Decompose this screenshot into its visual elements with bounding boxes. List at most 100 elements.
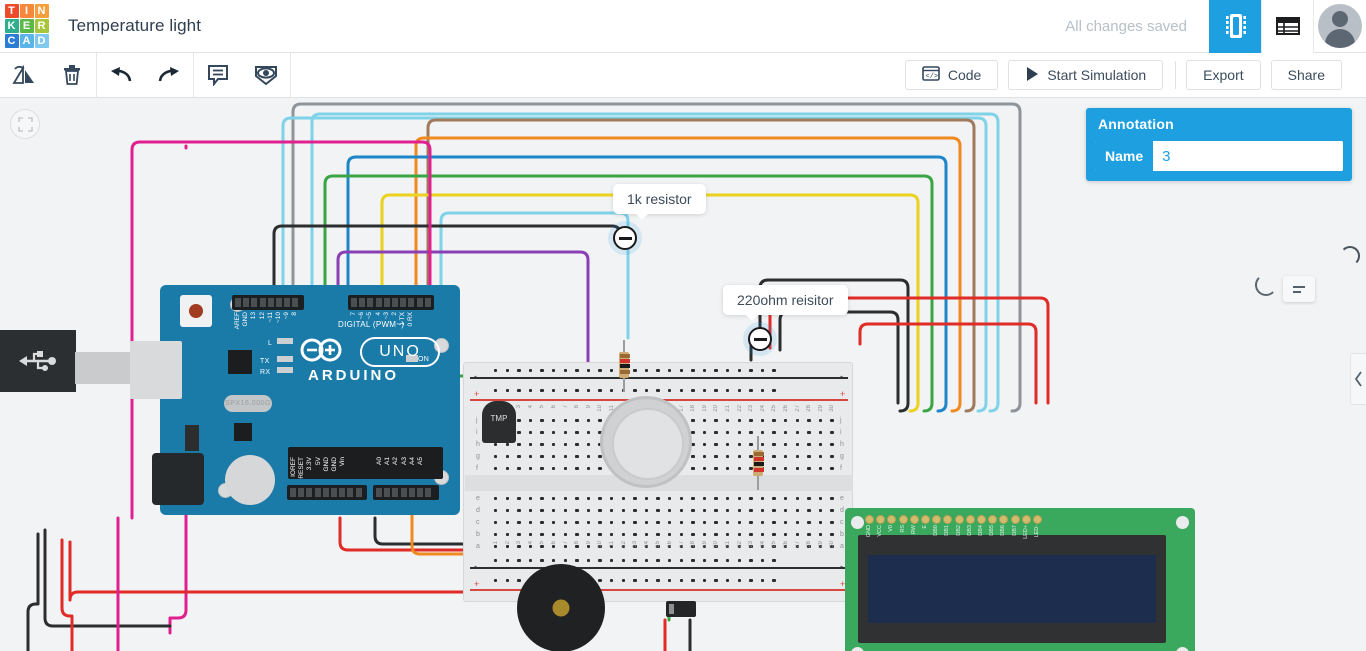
breadboard-hole[interactable] — [513, 365, 525, 377]
breadboard-hole[interactable] — [687, 517, 699, 529]
breadboard-hole[interactable] — [768, 385, 780, 397]
breadboard-hole[interactable] — [722, 493, 734, 505]
breadboard-hole[interactable] — [722, 463, 734, 475]
breadboard-hole[interactable] — [826, 451, 838, 463]
breadboard-hole[interactable] — [710, 365, 722, 377]
breadboard-hole[interactable] — [803, 493, 815, 505]
breadboard-hole[interactable] — [606, 517, 618, 529]
breadboard-hole[interactable] — [629, 529, 641, 541]
breadboard-hole[interactable] — [791, 493, 803, 505]
breadboard-hole[interactable] — [513, 463, 525, 475]
header-pin[interactable] — [408, 488, 415, 497]
analog-header[interactable] — [373, 485, 439, 500]
breadboard-hole[interactable] — [710, 575, 722, 587]
lcd-pin[interactable] — [865, 515, 874, 524]
digital-header-right[interactable] — [348, 295, 434, 310]
breadboard-hole[interactable] — [791, 415, 803, 427]
breadboard-hole-row[interactable] — [490, 529, 838, 541]
reset-button-housing[interactable] — [180, 295, 212, 327]
export-button[interactable]: Export — [1186, 60, 1261, 90]
breadboard-hole[interactable] — [629, 555, 641, 567]
breadboard-hole[interactable] — [803, 529, 815, 541]
breadboard-hole[interactable] — [548, 439, 560, 451]
breadboard-hole[interactable] — [629, 505, 641, 517]
breadboard-hole[interactable] — [803, 427, 815, 439]
header-pin[interactable] — [306, 488, 313, 497]
document-title[interactable]: Temperature light — [68, 16, 201, 36]
start-simulation-button[interactable]: Start Simulation — [1008, 60, 1164, 90]
breadboard-hole[interactable] — [768, 529, 780, 541]
breadboard-hole[interactable] — [664, 493, 676, 505]
breadboard-hole[interactable] — [594, 493, 606, 505]
breadboard-hole[interactable] — [745, 415, 757, 427]
breadboard-hole[interactable] — [606, 365, 618, 377]
breadboard-hole[interactable] — [710, 427, 722, 439]
breadboard-hole[interactable] — [757, 517, 769, 529]
breadboard-hole[interactable] — [676, 555, 688, 567]
breadboard-hole[interactable] — [757, 529, 769, 541]
breadboard-hole[interactable] — [757, 575, 769, 587]
breadboard-hole[interactable] — [513, 385, 525, 397]
breadboard-hole[interactable] — [699, 555, 711, 567]
breadboard-hole[interactable] — [502, 493, 514, 505]
tmp36-temperature-sensor[interactable]: TMP — [482, 401, 516, 443]
breadboard-hole[interactable] — [525, 439, 537, 451]
breadboard-hole[interactable] — [536, 415, 548, 427]
breadboard-hole[interactable] — [710, 463, 722, 475]
breadboard-hole[interactable] — [629, 575, 641, 587]
breadboard-hole[interactable] — [560, 463, 572, 475]
breadboard-hole[interactable] — [571, 451, 583, 463]
breadboard-hole[interactable] — [745, 427, 757, 439]
breadboard-hole[interactable] — [583, 415, 595, 427]
arduino-uno-board[interactable]: DIGITAL (PWM~) POWER ANALOG IN L TX RX O… — [160, 285, 460, 515]
power-header[interactable] — [287, 485, 367, 500]
breadboard-hole[interactable] — [606, 385, 618, 397]
breadboard-hole[interactable] — [536, 439, 548, 451]
lcd-pin[interactable] — [1033, 515, 1042, 524]
breadboard-hole[interactable] — [768, 555, 780, 567]
breadboard-hole[interactable] — [733, 529, 745, 541]
breadboard-hole[interactable] — [502, 365, 514, 377]
breadboard-hole[interactable] — [490, 575, 502, 587]
breadboard-hole[interactable] — [699, 385, 711, 397]
breadboard-hole[interactable] — [699, 517, 711, 529]
breadboard-hole[interactable] — [652, 555, 664, 567]
breadboard-hole[interactable] — [768, 505, 780, 517]
breadboard-hole[interactable] — [826, 463, 838, 475]
breadboard-hole[interactable] — [536, 517, 548, 529]
rotate-flip-icon[interactable] — [0, 53, 48, 98]
header-pin[interactable] — [322, 488, 329, 497]
breadboard-hole[interactable] — [664, 517, 676, 529]
header-pin[interactable] — [359, 298, 366, 307]
breadboard-hole[interactable] — [571, 463, 583, 475]
breadboard-hole[interactable] — [583, 385, 595, 397]
breadboard-hole[interactable] — [733, 517, 745, 529]
lcd-pin[interactable] — [898, 515, 908, 524]
breadboard-hole[interactable] — [815, 463, 827, 475]
breadboard-hole[interactable] — [676, 517, 688, 529]
lcd-pin[interactable] — [965, 515, 975, 524]
breadboard-hole[interactable] — [606, 493, 618, 505]
lcd-pin[interactable] — [977, 515, 986, 524]
breadboard-hole[interactable] — [791, 451, 803, 463]
header-pin[interactable] — [267, 298, 274, 307]
breadboard-hole[interactable] — [652, 493, 664, 505]
breadboard-hole[interactable] — [571, 385, 583, 397]
breadboard-hole[interactable] — [652, 575, 664, 587]
breadboard-hole[interactable] — [548, 385, 560, 397]
breadboard-hole[interactable] — [699, 463, 711, 475]
breadboard-hole[interactable] — [490, 517, 502, 529]
lcd-pin[interactable] — [1010, 515, 1020, 524]
breadboard-hole[interactable] — [768, 493, 780, 505]
header-pin[interactable] — [276, 298, 282, 307]
small-transistor[interactable] — [666, 601, 696, 617]
fit-to-view-button[interactable] — [10, 109, 40, 139]
breadboard-hole[interactable] — [745, 505, 757, 517]
breadboard-hole[interactable] — [490, 505, 502, 517]
breadboard-hole[interactable] — [664, 385, 676, 397]
breadboard-hole[interactable] — [525, 493, 537, 505]
breadboard-hole[interactable] — [815, 415, 827, 427]
annotation-panel[interactable]: Annotation Name — [1086, 108, 1352, 181]
breadboard-hole[interactable] — [768, 575, 780, 587]
breadboard-hole[interactable] — [513, 555, 525, 567]
